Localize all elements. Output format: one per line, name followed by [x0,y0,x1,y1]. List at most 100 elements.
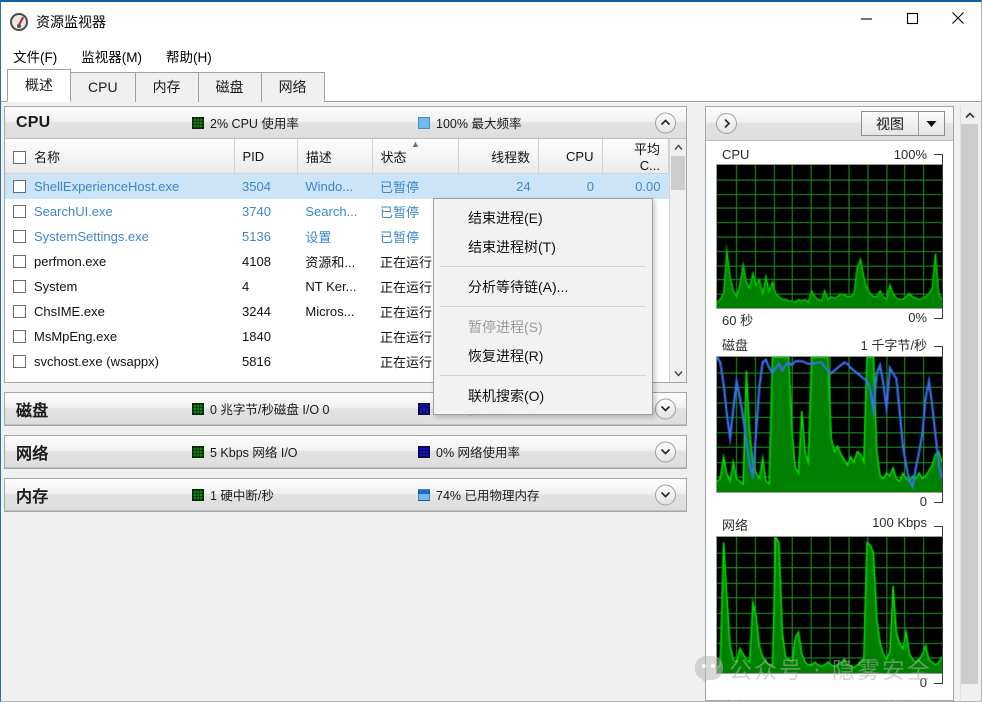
blue-grid-swatch-icon [418,402,430,415]
select-all-checkbox[interactable] [13,150,26,164]
ctx-end-process-tree[interactable]: 结束进程树(T) [434,232,652,261]
light-blue-swatch-icon [418,116,430,129]
graph-network-max-label: 100 Kbps [872,515,927,531]
triangle-down-icon[interactable] [918,112,944,135]
row-checkbox[interactable] [13,254,26,268]
graph-disk-min-label: 0 [919,494,927,510]
graph-panel-scrollbar[interactable] [960,106,978,701]
cell-name: svchost.exe (wsappx) [5,349,234,374]
cell-name: ShellExperienceHost.exe [5,173,234,199]
row-checkbox[interactable] [13,229,26,243]
graph-disk-canvas [716,355,943,494]
scroll-down-icon[interactable] [670,365,686,382]
maximize-button[interactable] [889,2,935,34]
green-grid-swatch-icon [192,116,204,129]
section-cpu-stat-usage: 2% CPU 使用率 [192,113,299,132]
section-cpu-stat-frequency-label: 100% 最大频率 [436,117,522,131]
graph-memory-title: 内存 [722,696,748,700]
chevron-down-icon[interactable] [655,398,676,419]
graph-disk-max-label: 1 千字节/秒 [860,337,927,353]
col-header-status[interactable]: ▲ 状态 [372,139,460,174]
process-list-scrollbar[interactable] [669,139,686,382]
ctx-resume-process[interactable]: 恢复进程(R) [434,341,652,370]
memory-blue-swatch-icon [418,488,430,501]
graph-memory: 内存 100 硬中断/秒 [716,696,943,700]
section-cpu-header[interactable]: CPU 2% CPU 使用率 100% 最大频率 [5,107,686,139]
graph-memory-labels: 内存 100 硬中断/秒 [716,696,943,700]
section-cpu-stat-usage-label: 2% CPU 使用率 [210,117,299,131]
row-checkbox[interactable] [13,354,26,368]
row-checkbox[interactable] [13,179,26,193]
ctx-search-online[interactable]: 联机搜索(O) [434,381,652,410]
col-header-threads[interactable]: 线程数 [458,139,540,174]
tab-disk[interactable]: 磁盘 [197,72,262,102]
col-header-cpu[interactable]: CPU [538,139,603,174]
table-row[interactable]: ShellExperienceHost.exe 3504 Windo... 已暂… [5,173,669,199]
green-grid-swatch-icon [192,488,204,501]
cell-pid: 5816 [242,353,271,369]
tab-memory[interactable]: 内存 [134,72,199,102]
graph-network-bracket [934,526,943,685]
chevron-down-icon[interactable] [655,441,676,462]
minimize-button[interactable] [843,2,889,34]
view-dropdown-label: 视图 [876,115,904,132]
col-header-pid[interactable]: PID [234,139,298,174]
tab-cpu[interactable]: CPU [70,72,136,102]
graph-network-labels: 网络 100 Kbps [716,515,943,536]
cell-pid: 4 [242,278,250,294]
graph-network-frame [716,526,943,685]
scroll-up-icon[interactable] [670,139,686,156]
section-memory-stat-faults-label: 1 硬中断/秒 [210,489,274,503]
view-dropdown-button[interactable]: 视图 [861,111,945,136]
cell-name: perfmon.exe [5,249,234,274]
cell-description: 资源和... [305,254,356,270]
graph-cpu: CPU 100% 60 秒 0% [716,147,943,329]
scrollbar-thumb[interactable] [961,124,978,684]
row-checkbox[interactable] [13,329,26,343]
process-context-menu: 结束进程(E) 结束进程树(T) 分析等待链(A)... 暂停进程(S) 恢复进… [433,198,653,415]
cell-pid: 3740 [242,203,271,219]
close-button[interactable] [935,2,981,34]
scrollbar-thumb[interactable] [671,156,685,190]
section-cpu-stat-frequency: 100% 最大频率 [418,113,521,132]
col-header-avg-cpu[interactable]: 平均 C... [602,139,669,174]
cell-name: SearchUI.exe [5,199,234,224]
menu-monitor[interactable]: 监视器(M) [79,43,152,69]
graph-panel-header: 视图 [706,107,953,141]
row-checkbox[interactable] [13,204,26,218]
section-network-stat-usage: 0% 网络使用率 [418,442,520,461]
chevron-down-icon[interactable] [655,484,676,505]
section-network: 网络 5 Kbps 网络 I/O 0% 网络使用率 [4,435,687,469]
menu-bar: 文件(F) 监视器(M) 帮助(H) [1,42,981,70]
col-header-description[interactable]: 描述 [297,139,373,174]
cell-avg-cpu: 0.00 [602,173,669,199]
green-grid-swatch-icon [192,445,204,458]
section-cpu-title: CPU [16,113,51,131]
menu-file[interactable]: 文件(F) [11,43,67,69]
col-header-name[interactable]: 名称 [5,139,235,174]
scroll-up-icon[interactable] [961,106,978,124]
graph-disk-labels: 磁盘 1 千字节/秒 [716,335,943,356]
tab-overview[interactable]: 概述 [7,69,71,102]
cell-status: 已暂停 [372,173,459,199]
col-label-name: 名称 [34,149,61,165]
section-disk-stat-io: 0 兆字节/秒磁盘 I/O 0 [192,399,329,418]
chevron-up-icon[interactable] [655,112,676,133]
section-network-header[interactable]: 网络 5 Kbps 网络 I/O 0% 网络使用率 [5,436,686,468]
section-memory-header[interactable]: 内存 1 硬中断/秒 74% 已用物理内存 [5,479,686,511]
graph-cpu-bracket [934,154,943,319]
menu-separator [440,266,646,267]
section-network-stat-usage-label: 0% 网络使用率 [436,446,521,460]
graph-disk-bracket [934,345,943,504]
cell-name: MsMpEng.exe [5,324,234,349]
cell-description: Micros... [305,303,355,319]
ctx-analyze-wait-chain[interactable]: 分析等待链(A)... [434,272,652,301]
chevron-right-icon[interactable] [716,113,737,134]
graph-cpu-time-label: 60 秒 [722,312,754,328]
menu-help[interactable]: 帮助(H) [164,43,222,69]
tab-network[interactable]: 网络 [260,72,325,102]
row-checkbox[interactable] [13,279,26,293]
row-checkbox[interactable] [13,304,26,318]
section-network-title: 网络 [16,445,49,463]
ctx-end-process[interactable]: 结束进程(E) [434,203,652,232]
